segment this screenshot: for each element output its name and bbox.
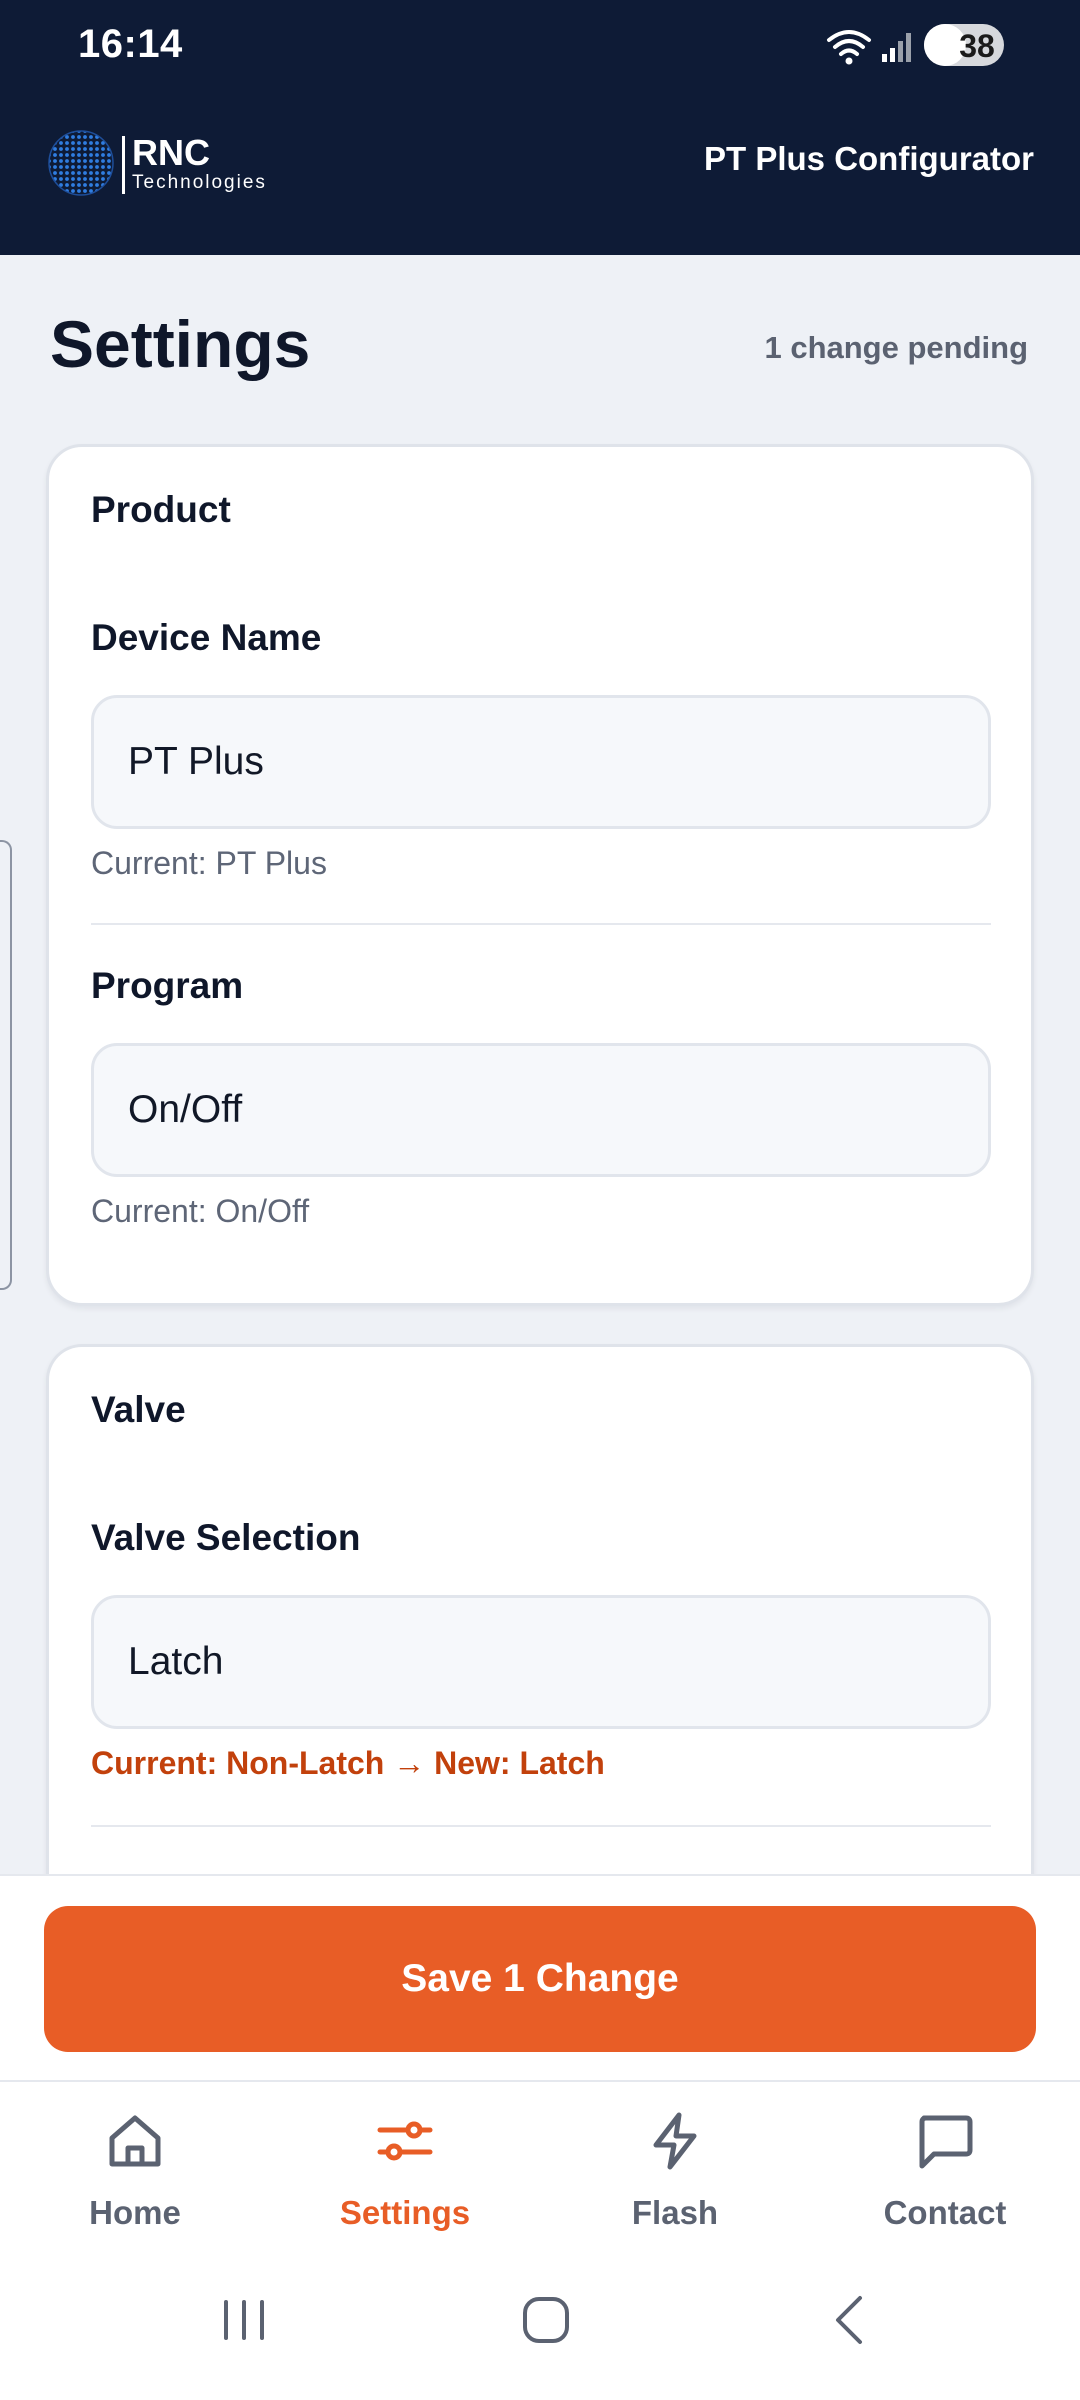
program-current: Current: On/Off bbox=[91, 1193, 310, 1229]
nav-label-flash: Flash bbox=[631, 2194, 719, 2231]
valve-selection-label: Valve Selection bbox=[91, 1517, 361, 1558]
sliders-icon bbox=[377, 2121, 433, 2161]
system-nav-bar bbox=[0, 2250, 1080, 2400]
brand-subtitle: Technologies bbox=[132, 172, 267, 193]
signal-icon bbox=[882, 33, 911, 62]
app-header: 16:14 38 RNC Technologies PT Plus Config… bbox=[0, 0, 1080, 255]
home-button-icon[interactable] bbox=[516, 2290, 576, 2350]
recent-apps-icon[interactable] bbox=[214, 2290, 274, 2350]
nav-item-settings[interactable]: Settings bbox=[270, 2082, 540, 2252]
wifi-icon bbox=[827, 30, 871, 65]
program-label: Program bbox=[91, 965, 244, 1006]
device-name-current: Current: PT Plus bbox=[91, 845, 327, 881]
bottom-nav: Home Settings Flash Contact bbox=[0, 2080, 1080, 2250]
nav-item-contact[interactable]: Contact bbox=[810, 2082, 1080, 2252]
pending-changes-label: 1 change pending bbox=[764, 330, 1028, 365]
edge-panel-handle[interactable] bbox=[0, 840, 12, 1290]
field-divider bbox=[91, 923, 991, 925]
section-title-valve: Valve bbox=[91, 1389, 186, 1430]
battery-level: 38 bbox=[959, 28, 995, 64]
logo-divider bbox=[122, 136, 125, 194]
device-name-label: Device Name bbox=[91, 617, 322, 658]
save-changes-button[interactable]: Save 1 Change bbox=[44, 1906, 1036, 2052]
device-name-input[interactable] bbox=[91, 695, 991, 829]
lightning-icon bbox=[653, 2112, 697, 2170]
chat-bubble-icon bbox=[919, 2115, 973, 2169]
valve-selection-select[interactable] bbox=[91, 1595, 991, 1729]
save-bar: Save 1 Change bbox=[0, 1874, 1080, 2080]
status-time: 16:14 bbox=[78, 22, 183, 66]
program-select[interactable] bbox=[91, 1043, 991, 1177]
valve-change-indicator: Current: Non-Latch → New: Latch bbox=[91, 1745, 605, 1781]
nav-item-home[interactable]: Home bbox=[0, 2082, 270, 2252]
battery-indicator: 38 bbox=[924, 24, 1004, 66]
section-title-product: Product bbox=[91, 489, 231, 530]
nav-item-flash[interactable]: Flash bbox=[540, 2082, 810, 2252]
home-icon bbox=[109, 2115, 161, 2167]
page-title: Settings bbox=[50, 307, 311, 381]
field-divider bbox=[91, 1825, 991, 1827]
nav-label-contact: Contact bbox=[883, 2194, 1007, 2231]
brand-name: RNC bbox=[132, 132, 210, 173]
valve-card: Valve Valve Selection Current: Non-Latch… bbox=[46, 1344, 1034, 1904]
status-bar: 16:14 38 bbox=[0, 0, 1080, 92]
product-card: Product Device Name Current: PT Plus Pro… bbox=[46, 444, 1034, 1306]
globe-icon bbox=[48, 130, 114, 196]
nav-label-home: Home bbox=[89, 2194, 181, 2231]
nav-label-settings: Settings bbox=[339, 2194, 471, 2231]
back-icon[interactable] bbox=[820, 2290, 880, 2350]
app-title: PT Plus Configurator bbox=[704, 140, 1034, 177]
